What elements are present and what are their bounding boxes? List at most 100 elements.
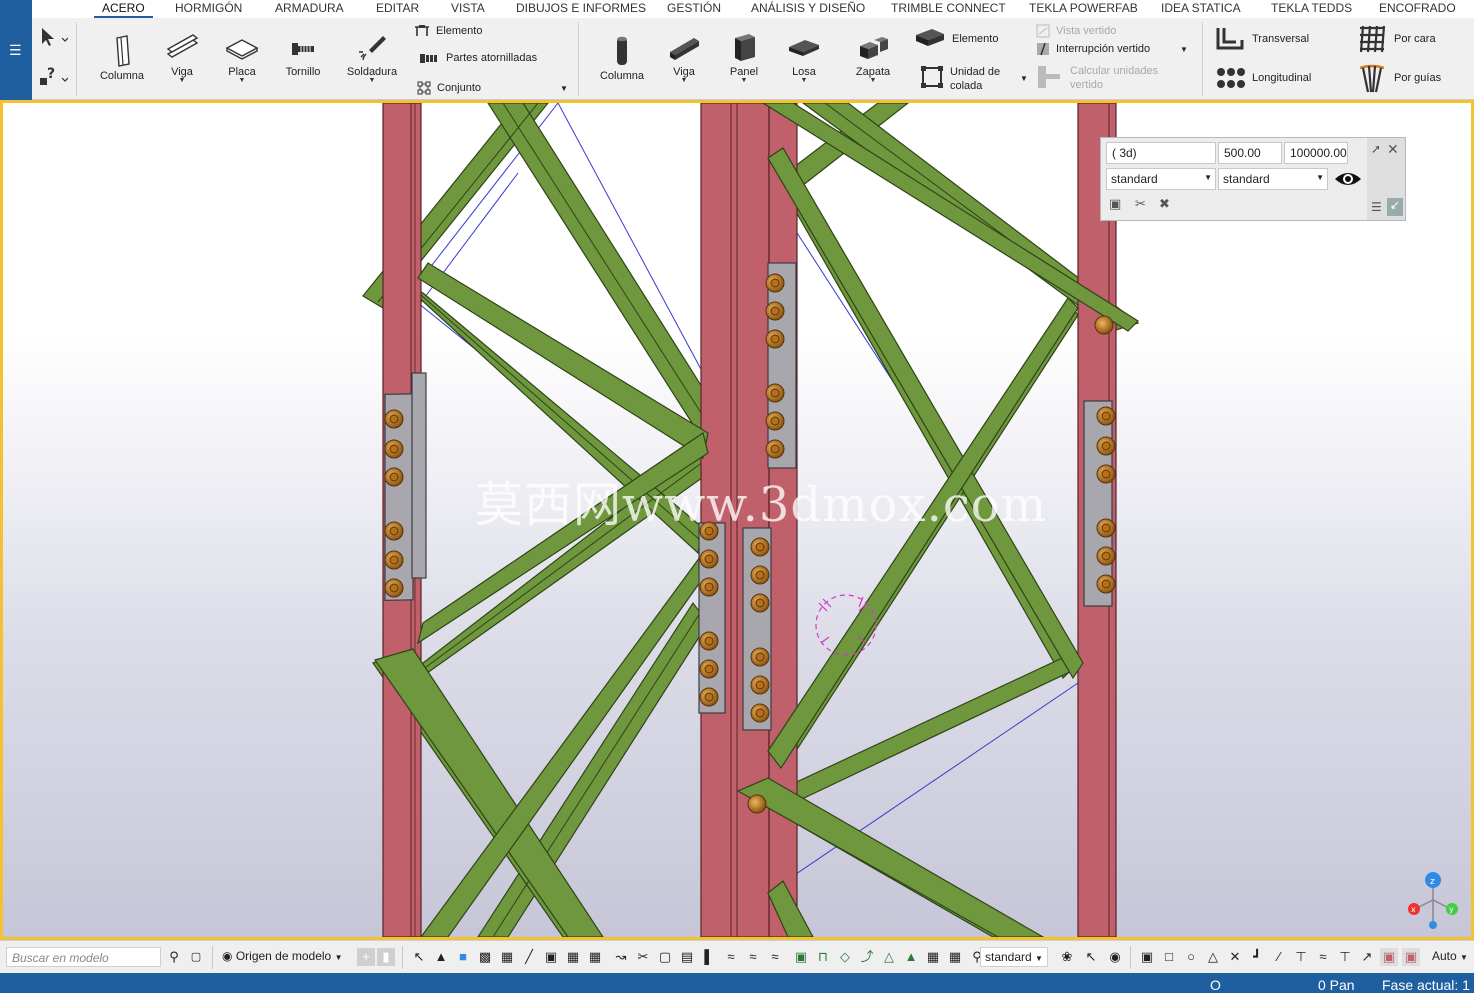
select-views-icon[interactable]: ▦ [564,948,582,966]
select-surfaces-icon[interactable]: ■ [454,948,472,966]
concrete-beam-button[interactable]: Viga ▼ [660,32,708,84]
select-rebar-icon[interactable]: ≈ [722,948,740,966]
view-name-field[interactable]: ( 3d) [1106,142,1216,164]
select-objects-in-components-icon[interactable]: ◇ [836,948,854,966]
snap-parallel-icon[interactable]: ∕ [1270,948,1288,966]
axes-gizmo[interactable]: z x y [1408,872,1458,929]
tab-tekla-tedds[interactable]: TEKLA TEDDS [1271,1,1352,15]
rebar-by-guides-button[interactable]: Por guías [1356,62,1441,94]
transverse-rebar-button[interactable]: Transversal [1214,24,1309,54]
chevron-down-icon[interactable]: ▼ [342,77,402,84]
pour-view-button[interactable]: Vista vertido [1036,24,1116,38]
view-filter-select-1[interactable]: standard ▼ [1106,168,1216,190]
view-distance-field[interactable]: 100000.00 [1284,142,1348,164]
tab-hormigon[interactable]: HORMIGÓN [175,1,242,15]
snap-extension-icon[interactable]: ⊤ [1292,948,1310,966]
chevron-down-icon[interactable]: ▼ [560,84,568,93]
tab-vista[interactable]: VISTA [451,1,485,15]
cut-icon[interactable]: ✂ [1135,196,1146,212]
view-depth-field[interactable]: 500.00 [1218,142,1282,164]
tab-analisis-y-diseno[interactable]: ANÁLISIS Y DISEÑO [751,1,865,15]
bolted-parts-button[interactable]: Partes atornilladas [420,52,537,64]
select-grid-lines-icon[interactable]: ▦ [498,948,516,966]
assembly-button[interactable]: Conjunto [417,81,481,95]
slab-button[interactable]: Losa ▼ [780,32,828,84]
chevron-down-icon[interactable]: ▼ [1180,45,1188,54]
search-icon[interactable]: ⚲ [165,948,183,966]
chevron-down-icon[interactable]: ▼ [660,77,708,84]
snap-any-position-icon[interactable]: ≈ [1314,948,1332,966]
chevron-down-icon[interactable]: ▼ [722,77,766,84]
snap-override-1-icon[interactable]: ▣ [1380,948,1398,966]
plate-button[interactable]: Placa ▼ [218,32,266,84]
select-pour-break-icon[interactable]: ▦ [946,948,964,966]
weld-button[interactable]: Soldadura ▼ [342,30,402,84]
select-pour-icon[interactable]: ▦ [924,948,942,966]
select-planes-icon[interactable]: ▢ [656,948,674,966]
select-bolts-icon[interactable]: ▌ [700,948,718,966]
tab-tekla-powerfab[interactable]: TEKLA POWERFAB [1029,1,1138,15]
select-load-group-icon[interactable]: ▲ [902,948,920,966]
select-assemblies-icon[interactable]: ▣ [792,948,810,966]
chevron-down-icon[interactable]: ▼ [848,77,898,84]
close-icon[interactable]: ✕ [1387,141,1399,158]
select-components-icon[interactable]: ⊓ [814,948,832,966]
rebar-by-face-button[interactable]: Por cara [1356,24,1436,54]
selection-filter-select[interactable]: standard ▼ [980,947,1048,967]
eye-icon[interactable] [1333,170,1363,188]
snap-z-icon[interactable]: ⊤ [1336,948,1354,966]
select-pointer-icon[interactable]: ↖ [1082,948,1100,966]
visibility-eye-icon[interactable]: ◉ [1106,948,1124,966]
steel-column-button[interactable]: Columna [94,34,150,82]
chevron-down-icon[interactable]: ▼ [1020,74,1028,83]
pin-icon[interactable]: ➚ [1371,142,1381,156]
longitudinal-rebar-button[interactable]: Longitudinal [1216,66,1311,90]
select-grids-icon[interactable]: ▩ [476,948,494,966]
select-cuts-icon[interactable]: ▣ [542,948,560,966]
snap-direction-icon[interactable]: ↗ [1358,948,1376,966]
steel-beam-button[interactable]: Viga ▼ [158,32,206,84]
select-details-icon[interactable]: ▤ [678,948,696,966]
select-welds-icon[interactable]: ╱ [520,948,538,966]
remove-cut-icon[interactable]: ✖ [1159,196,1170,212]
collapse-icon[interactable]: ↙ [1387,198,1403,216]
snap-mode-select[interactable]: Auto ▼ [1428,947,1472,967]
tab-armadura[interactable]: ARMADURA [275,1,344,15]
chevron-down-icon[interactable]: ▼ [218,77,266,84]
hamburger-icon[interactable]: ☰ [9,42,22,59]
tab-gestion[interactable]: GESTIÓN [667,1,721,15]
select-parts-icon[interactable]: ▲ [432,948,450,966]
tab-encofrado[interactable]: ENCOFRADO [1379,1,1456,15]
pour-break-button[interactable]: Interrupción vertido [1036,42,1150,56]
snap-perpendicular-icon[interactable]: ┛ [1248,948,1266,966]
select-mesh-icon[interactable]: ≈ [766,948,784,966]
model-origin-select[interactable]: ◉ Origen de modelo ▼ [218,947,346,967]
select-rebar-groups-icon[interactable]: ≈ [744,948,762,966]
tab-acero[interactable]: ACERO [94,1,153,18]
view-filter-select-2[interactable]: standard ▼ [1218,168,1328,190]
select-reference-icon[interactable]: ↝ [612,948,630,966]
tab-editar[interactable]: EDITAR [376,1,419,15]
panel-button[interactable]: Panel ▼ [722,30,766,84]
concrete-element-button[interactable]: Elemento [914,26,998,52]
calculate-pour-units-button[interactable]: Calcular unidades vertido [1036,64,1158,92]
help-query-button[interactable]: ? [36,66,70,88]
footing-button[interactable]: Zapata ▼ [848,32,898,84]
concrete-column-button[interactable]: Columna [594,34,650,82]
snap-center-icon[interactable]: ○ [1182,948,1200,966]
select-fittings-icon[interactable]: ✂ [634,948,652,966]
search-model-input[interactable]: Buscar en modelo [6,947,161,967]
snap-intersection-icon[interactable]: ✕ [1226,948,1244,966]
select-load-icon[interactable]: △ [880,948,898,966]
filter-settings-icon[interactable]: ❀ [1058,948,1076,966]
remove-plane-icon[interactable]: ▮ [377,948,395,966]
snap-reference-lines-icon[interactable]: ▣ [1138,948,1156,966]
snap-midpoint-icon[interactable]: △ [1204,948,1222,966]
chevron-down-icon[interactable]: ▼ [158,77,206,84]
tab-dibujos-e-informes[interactable]: DIBUJOS E INFORMES [516,1,646,15]
select-points-icon[interactable]: ▦ [586,948,604,966]
pour-unit-button[interactable]: Unidad de colada [920,65,1000,93]
select-tool-button[interactable] [36,26,70,48]
bolt-button[interactable]: Tornillo [278,34,328,78]
select-all-icon[interactable]: ↖ [410,948,428,966]
